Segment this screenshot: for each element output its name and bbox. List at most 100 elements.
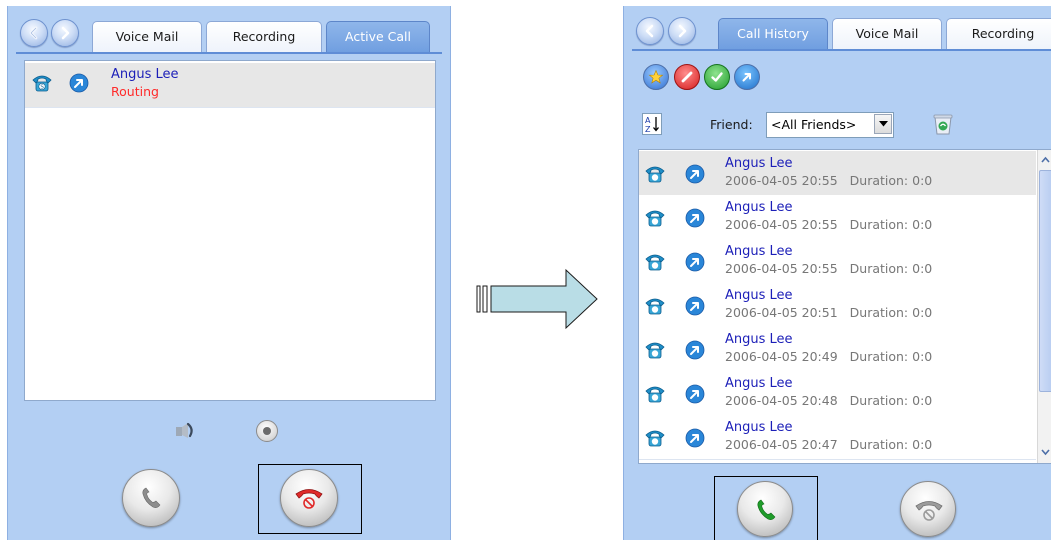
hangup-button[interactable] (900, 481, 956, 537)
history-row[interactable]: Angus Lee 2006-04-05 20:55 Duration: 0:0 (639, 151, 1036, 196)
outgoing-call-icon (685, 252, 705, 272)
arrow-left-icon (29, 26, 38, 40)
outgoing-call-icon (685, 208, 705, 228)
tab-recording[interactable]: Recording (946, 18, 1051, 50)
handset-green-icon (757, 499, 776, 520)
skype-phone-icon: S (32, 75, 52, 92)
tab-underline (16, 52, 442, 54)
scroll-up-icon[interactable] (1039, 152, 1051, 168)
star-icon (648, 69, 664, 84)
call-duration: Duration: 0:0 (849, 217, 933, 232)
skype-phone-icon (645, 342, 665, 359)
history-row[interactable]: Angus Lee 2006-04-05 20:49 Duration: 0:0 (639, 327, 1036, 372)
sort-button[interactable]: A Z (642, 113, 662, 135)
call-datetime: 2006-04-05 20:48 (725, 393, 838, 408)
accept-button[interactable] (704, 64, 730, 90)
caller-name: Angus Lee (725, 332, 793, 347)
active-call-list: S Angus Lee Routing (24, 60, 436, 401)
caller-name: Angus Lee (725, 420, 793, 435)
call-duration: Duration: 0:0 (849, 349, 933, 364)
block-button[interactable] (674, 64, 700, 90)
friend-filter-select[interactable]: <All Friends> (766, 112, 894, 138)
outgoing-call-icon (685, 384, 705, 404)
call-duration: Duration: 0:0 (849, 305, 933, 320)
screenshot-stage: Voice Mail Recording Active Call S Angus… (0, 0, 1051, 540)
arrow-right-icon (678, 24, 687, 38)
call-duration: Duration: 0:0 (849, 173, 933, 188)
call-meta: 2006-04-05 20:47 Duration: 0:0 (725, 437, 932, 452)
tab-call-history[interactable]: Call History (718, 18, 828, 50)
history-row[interactable]: Angus Lee 2006-04-05 20:48 Duration: 0:0 (639, 371, 1036, 416)
skype-phone-icon (645, 298, 665, 315)
history-scrollbar[interactable] (1037, 150, 1051, 463)
no-entry-icon (681, 71, 693, 83)
tab-voice-mail[interactable]: Voice Mail (832, 18, 942, 50)
svg-text:S: S (40, 85, 44, 91)
hangup-button[interactable] (280, 469, 338, 527)
arrow-left-icon (645, 24, 654, 38)
call-meta: 2006-04-05 20:48 Duration: 0:0 (725, 393, 932, 408)
dropdown-button[interactable] (874, 114, 892, 134)
chevron-down-icon (879, 121, 888, 127)
tab-active-call[interactable]: Active Call (326, 21, 430, 53)
call-datetime: 2006-04-05 20:49 (725, 349, 838, 364)
call-meta: 2006-04-05 20:51 Duration: 0:0 (725, 305, 932, 320)
caller-name: Angus Lee (111, 67, 179, 82)
call-forward-icon[interactable] (174, 420, 196, 440)
tab-voice-mail[interactable]: Voice Mail (92, 21, 202, 53)
svg-text:Z: Z (645, 125, 651, 134)
outgoing-call-icon (685, 296, 705, 316)
call-datetime: 2006-04-05 20:47 (725, 437, 838, 452)
call-duration: Duration: 0:0 (849, 437, 933, 452)
call-datetime: 2006-04-05 20:55 (725, 173, 838, 188)
skype-phone-icon (645, 166, 665, 183)
back-button[interactable] (20, 19, 48, 47)
call-meta: 2006-04-05 20:55 Duration: 0:0 (725, 261, 932, 276)
forward-button[interactable] (51, 19, 79, 47)
outgoing-arrow-icon (742, 73, 751, 82)
call-duration: Duration: 0:0 (849, 261, 933, 276)
skype-phone-icon (645, 254, 665, 271)
history-row[interactable]: Angus Lee 2006-04-05 20:55 Duration: 0:0 (639, 195, 1036, 240)
skype-phone-icon (645, 386, 665, 403)
outgoing-call-icon (685, 340, 705, 360)
call-meta: 2006-04-05 20:55 Duration: 0:0 (725, 217, 932, 232)
friend-filter-label: Friend: (710, 117, 753, 132)
favorites-button[interactable] (643, 64, 669, 90)
call-button[interactable] (737, 481, 793, 537)
check-icon (711, 72, 723, 82)
tab-recording[interactable]: Recording (206, 21, 322, 53)
outgoing-call-icon (685, 164, 705, 184)
tab-underline (632, 49, 1051, 51)
skype-phone-icon (645, 430, 665, 447)
call-status: Routing (111, 84, 159, 99)
answer-button[interactable] (122, 469, 180, 527)
call-datetime: 2006-04-05 20:51 (725, 305, 838, 320)
record-button[interactable] (256, 420, 278, 442)
call-datetime: 2006-04-05 20:55 (725, 261, 838, 276)
recycle-bin-icon[interactable] (930, 111, 956, 137)
history-row[interactable]: Angus Lee 2006-04-05 20:55 Duration: 0:0 (639, 239, 1036, 284)
caller-name: Angus Lee (725, 376, 793, 391)
call-history-panel: Call History Voice Mail Recording A Z Fr… (623, 6, 1051, 540)
az-sort-icon: A Z (645, 116, 659, 134)
call-meta: 2006-04-05 20:49 Duration: 0:0 (725, 349, 932, 364)
arrow-right-icon (61, 26, 70, 40)
forward-button[interactable] (668, 17, 696, 45)
handset-red-hangup-icon (295, 489, 323, 509)
outgoing-filter-button[interactable] (734, 64, 760, 90)
caller-name: Angus Lee (725, 200, 793, 215)
friend-filter-value: <All Friends> (771, 117, 857, 132)
scroll-down-icon[interactable] (1039, 444, 1051, 460)
call-meta: 2006-04-05 20:55 Duration: 0:0 (725, 173, 932, 188)
active-call-row[interactable]: S Angus Lee Routing (25, 63, 435, 108)
active-call-panel: Voice Mail Recording Active Call S Angus… (7, 6, 451, 540)
handset-gray-icon (142, 487, 161, 508)
scroll-thumb[interactable] (1039, 170, 1051, 392)
history-row[interactable]: Angus Lee 2006-04-05 20:47 Duration: 0:0 (639, 415, 1036, 460)
svg-text:A: A (645, 116, 651, 125)
transition-arrow (476, 268, 598, 330)
outgoing-call-icon (685, 428, 705, 448)
history-row[interactable]: Angus Lee 2006-04-05 20:51 Duration: 0:0 (639, 283, 1036, 328)
back-button[interactable] (636, 17, 664, 45)
